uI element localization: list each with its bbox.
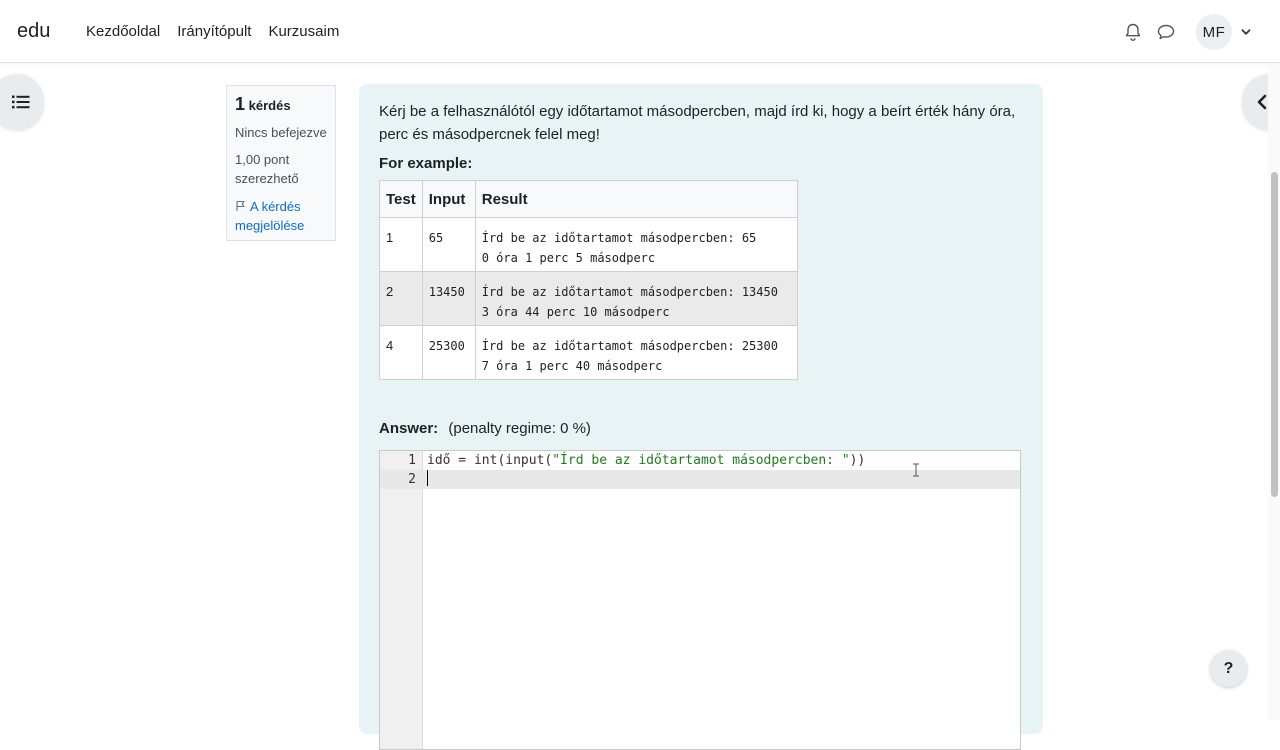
result-line: Írd be az időtartamot másodpercben: 1345…: [481, 285, 778, 299]
answer-label: Answer:: [379, 420, 439, 437]
list-icon: [12, 95, 30, 109]
question-grade: 1,00 pont szerezhető: [235, 152, 299, 186]
code-text[interactable]: [427, 470, 428, 489]
code-line-active[interactable]: 2: [380, 470, 1020, 489]
question-state: Nincs befejezve: [235, 125, 327, 140]
table-cell-result: Írd be az időtartamot másodpercben: 1345…: [474, 271, 798, 326]
line-number-gutter: [380, 451, 423, 749]
table-cell-result: Írd be az időtartamot másodpercben: 65 0…: [474, 217, 798, 272]
ibeam-cursor-icon: [913, 463, 919, 477]
question-number: 1 kérdés: [235, 94, 291, 114]
table-cell-test: 1: [379, 217, 423, 272]
table-cell-input: 25300: [421, 325, 476, 380]
top-navbar: edu Kezdőoldal Irányítópult Kurzusaim MF: [0, 0, 1280, 63]
chevron-down-icon[interactable]: [1240, 26, 1252, 38]
result-line: Írd be az időtartamot másodpercben: 65: [481, 231, 757, 245]
question-text: Kérj be a felhasználótól egy időtartamot…: [379, 103, 1016, 143]
question-info-panel: 1 kérdés Nincs befejezve 1,00 pont szere…: [226, 85, 336, 241]
course-index-toggle-button[interactable]: [0, 74, 44, 130]
notifications-bell-icon[interactable]: [1123, 22, 1143, 42]
code-text[interactable]: idő = int(input("Írd be az időtartamot m…: [427, 451, 865, 470]
chevron-left-icon: [1257, 94, 1267, 110]
table-row: 2 13450 Írd be az időtartamot másodpercb…: [379, 271, 798, 326]
examples-table-header-row: Test Input Result: [379, 180, 798, 218]
penalty-regime: (penalty regime: 0 %): [448, 420, 591, 437]
table-cell-result: Írd be az időtartamot másodpercben: 2530…: [474, 325, 798, 380]
table-cell-input: 65: [421, 217, 476, 272]
flag-icon: [236, 200, 245, 211]
table-cell-test: 4: [379, 325, 423, 380]
nav-link-my-courses[interactable]: Kurzusaim: [268, 23, 339, 40]
flag-question-link[interactable]: A kérdés megjelölése: [235, 197, 327, 235]
examples-table: Test Input Result 1 65 Írd be az időtart…: [379, 180, 798, 380]
line-number: 1: [408, 453, 416, 468]
line-number: 2: [408, 472, 416, 487]
code-editor[interactable]: 1 idő = int(input("Írd be az időtartamot…: [379, 450, 1021, 750]
table-row: 4 25300 Írd be az időtartamot másodpercb…: [379, 325, 798, 380]
answer-heading: Answer: (penalty regime: 0 %): [379, 420, 1023, 437]
table-row: 1 65 Írd be az időtartamot másodpercben:…: [379, 217, 798, 272]
nav-link-home[interactable]: Kezdőoldal: [86, 23, 160, 40]
code-line[interactable]: 1 idő = int(input("Írd be az időtartamot…: [380, 451, 1020, 470]
column-header-test: Test: [379, 180, 423, 218]
table-cell-test: 2: [379, 271, 423, 326]
site-brand[interactable]: edu: [17, 20, 50, 43]
result-line: 7 óra 1 perc 40 másodperc: [481, 359, 663, 373]
messages-chat-icon[interactable]: [1156, 22, 1176, 42]
table-cell-input: 13450: [421, 271, 476, 326]
page-scrollbar-thumb[interactable]: [1271, 172, 1278, 497]
column-header-result: Result: [474, 180, 798, 218]
column-header-input: Input: [421, 180, 476, 218]
example-label: For example:: [379, 155, 473, 172]
nav-link-dashboard[interactable]: Irányítópult: [177, 23, 251, 40]
result-line: 0 óra 1 perc 5 másodperc: [481, 251, 656, 265]
text-cursor: [427, 470, 428, 486]
question-content: Kérj be a felhasználótól egy időtartamot…: [359, 84, 1043, 750]
result-line: 3 óra 44 perc 10 másodperc: [481, 305, 670, 319]
primary-navigation: Kezdőoldal Irányítópult Kurzusaim: [86, 23, 339, 40]
help-button[interactable]: ?: [1210, 650, 1247, 687]
user-avatar[interactable]: MF: [1196, 14, 1232, 50]
result-line: Írd be az időtartamot másodpercben: 2530…: [481, 339, 778, 353]
